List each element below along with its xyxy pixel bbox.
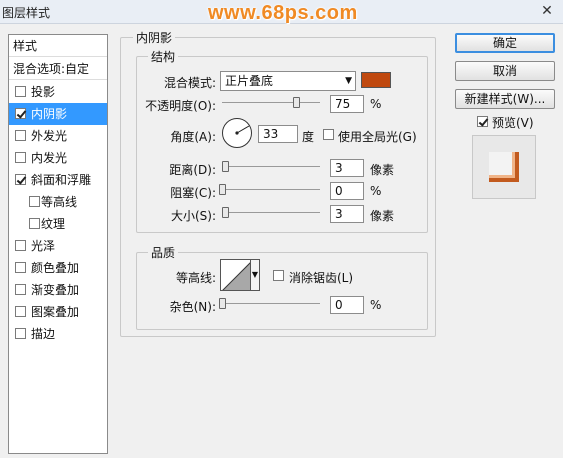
distance-slider-track[interactable]: [222, 166, 320, 167]
blend-mode-select[interactable]: 正片叠底 ▼: [220, 71, 356, 91]
choke-label: 阻塞(C):: [170, 186, 216, 200]
opacity-slider-thumb[interactable]: [292, 97, 300, 108]
style-item-label: 等高线: [41, 195, 78, 209]
style-checkbox[interactable]: [15, 262, 26, 273]
contour-dropdown-icon[interactable]: ▼: [250, 259, 260, 291]
title-bar: 图层样式 www.68ps.com ✕: [0, 0, 563, 24]
style-item-pattern-overlay[interactable]: 图案叠加: [9, 301, 107, 323]
style-item-contour[interactable]: 等高线: [9, 191, 107, 213]
distance-slider-thumb[interactable]: [222, 161, 229, 172]
style-item-gradient-overlay[interactable]: 渐变叠加: [9, 279, 107, 301]
choke-unit: %: [370, 184, 382, 198]
chevron-down-icon: ▼: [345, 76, 352, 86]
styles-list: 样式 混合选项:自定 投影 内阴影 外发光 内发光 斜面和浮雕 等高线 纹理 光…: [8, 34, 108, 454]
style-item-label: 内发光: [31, 151, 68, 165]
preview-checkbox[interactable]: [477, 116, 488, 127]
blend-mode-label: 混合模式:: [163, 76, 216, 90]
style-item-outer-glow[interactable]: 外发光: [9, 125, 107, 147]
style-item-label: 渐变叠加: [31, 283, 80, 297]
style-checkbox[interactable]: [15, 174, 26, 185]
angle-dial-graphic: [235, 125, 250, 135]
preview-label: 预览(V): [492, 116, 534, 130]
style-item-stroke[interactable]: 描边: [9, 323, 107, 345]
window-title: 图层样式: [2, 6, 51, 20]
noise-slider-thumb[interactable]: [219, 298, 226, 309]
style-item-label: 图案叠加: [31, 305, 80, 319]
style-checkbox[interactable]: [15, 306, 26, 317]
angle-label: 角度(A):: [170, 130, 216, 144]
size-slider-track[interactable]: [222, 212, 320, 213]
style-preview-swatch: [489, 152, 519, 182]
style-item-label: 光泽: [31, 239, 56, 253]
ok-button[interactable]: 确定: [455, 33, 555, 53]
style-checkbox[interactable]: [15, 328, 26, 339]
shadow-color-swatch[interactable]: [361, 72, 391, 88]
style-item-bevel-emboss[interactable]: 斜面和浮雕: [9, 169, 107, 191]
style-checkbox[interactable]: [15, 108, 26, 119]
structure-title: 结构: [148, 48, 179, 65]
size-unit: 像素: [370, 209, 395, 223]
style-item-label: 斜面和浮雕: [31, 173, 92, 187]
size-input[interactable]: 3: [330, 205, 364, 223]
style-item-color-overlay[interactable]: 颜色叠加: [9, 257, 107, 279]
blend-options-item[interactable]: 混合选项:自定: [9, 58, 107, 80]
style-item-inner-glow[interactable]: 内发光: [9, 147, 107, 169]
opacity-unit: %: [370, 97, 382, 111]
cancel-button[interactable]: 取消: [455, 61, 555, 81]
style-checkbox[interactable]: [29, 196, 40, 207]
global-light-label: 使用全局光(G): [338, 130, 417, 144]
choke-slider-track[interactable]: [222, 189, 320, 190]
style-item-label: 投影: [31, 85, 56, 99]
noise-label: 杂色(N):: [169, 300, 216, 314]
angle-input[interactable]: 33: [258, 125, 298, 143]
style-checkbox[interactable]: [15, 284, 26, 295]
new-style-button[interactable]: 新建样式(W)...: [455, 89, 555, 109]
style-checkbox[interactable]: [29, 218, 40, 229]
style-checkbox[interactable]: [15, 86, 26, 97]
noise-slider-track[interactable]: [222, 303, 320, 304]
style-checkbox[interactable]: [15, 130, 26, 141]
angle-dial[interactable]: [222, 118, 252, 148]
style-item-label: 颜色叠加: [31, 261, 80, 275]
choke-slider-thumb[interactable]: [219, 184, 226, 195]
inner-shadow-title: 内阴影: [133, 29, 176, 46]
distance-input[interactable]: 3: [330, 159, 364, 177]
style-preview: [472, 135, 536, 199]
style-item-inner-shadow[interactable]: 内阴影: [9, 103, 107, 125]
contour-label: 等高线:: [175, 271, 216, 285]
watermark-text: www.68ps.com: [208, 2, 358, 24]
quality-group: [136, 252, 428, 330]
global-light-checkbox[interactable]: [323, 129, 334, 140]
style-item-label: 外发光: [31, 129, 68, 143]
styles-header[interactable]: 样式: [9, 35, 107, 57]
size-slider-thumb[interactable]: [222, 207, 229, 218]
blend-mode-value: 正片叠底: [225, 74, 274, 88]
contour-curve-graphic: [222, 261, 251, 290]
anti-alias-checkbox[interactable]: [273, 270, 284, 281]
style-checkbox[interactable]: [15, 240, 26, 251]
angle-unit: 度: [302, 130, 315, 144]
opacity-slider-track[interactable]: [222, 102, 320, 103]
noise-unit: %: [370, 298, 382, 312]
choke-input[interactable]: 0: [330, 182, 364, 200]
style-item-label: 描边: [31, 327, 56, 341]
contour-picker[interactable]: [220, 259, 252, 291]
noise-input[interactable]: 0: [330, 296, 364, 314]
style-item-label: 内阴影: [31, 107, 68, 121]
size-label: 大小(S):: [170, 209, 216, 223]
distance-unit: 像素: [370, 163, 395, 177]
style-item-satin[interactable]: 光泽: [9, 235, 107, 257]
style-item-drop-shadow[interactable]: 投影: [9, 81, 107, 103]
style-item-label: 纹理: [41, 217, 66, 231]
opacity-input[interactable]: 75: [330, 95, 364, 113]
anti-alias-label: 消除锯齿(L): [289, 271, 354, 285]
style-item-texture[interactable]: 纹理: [9, 213, 107, 235]
quality-title: 品质: [148, 244, 179, 261]
distance-label: 距离(D):: [169, 163, 216, 177]
close-icon[interactable]: ✕: [539, 3, 555, 19]
opacity-label: 不透明度(O):: [145, 99, 216, 113]
style-checkbox[interactable]: [15, 152, 26, 163]
